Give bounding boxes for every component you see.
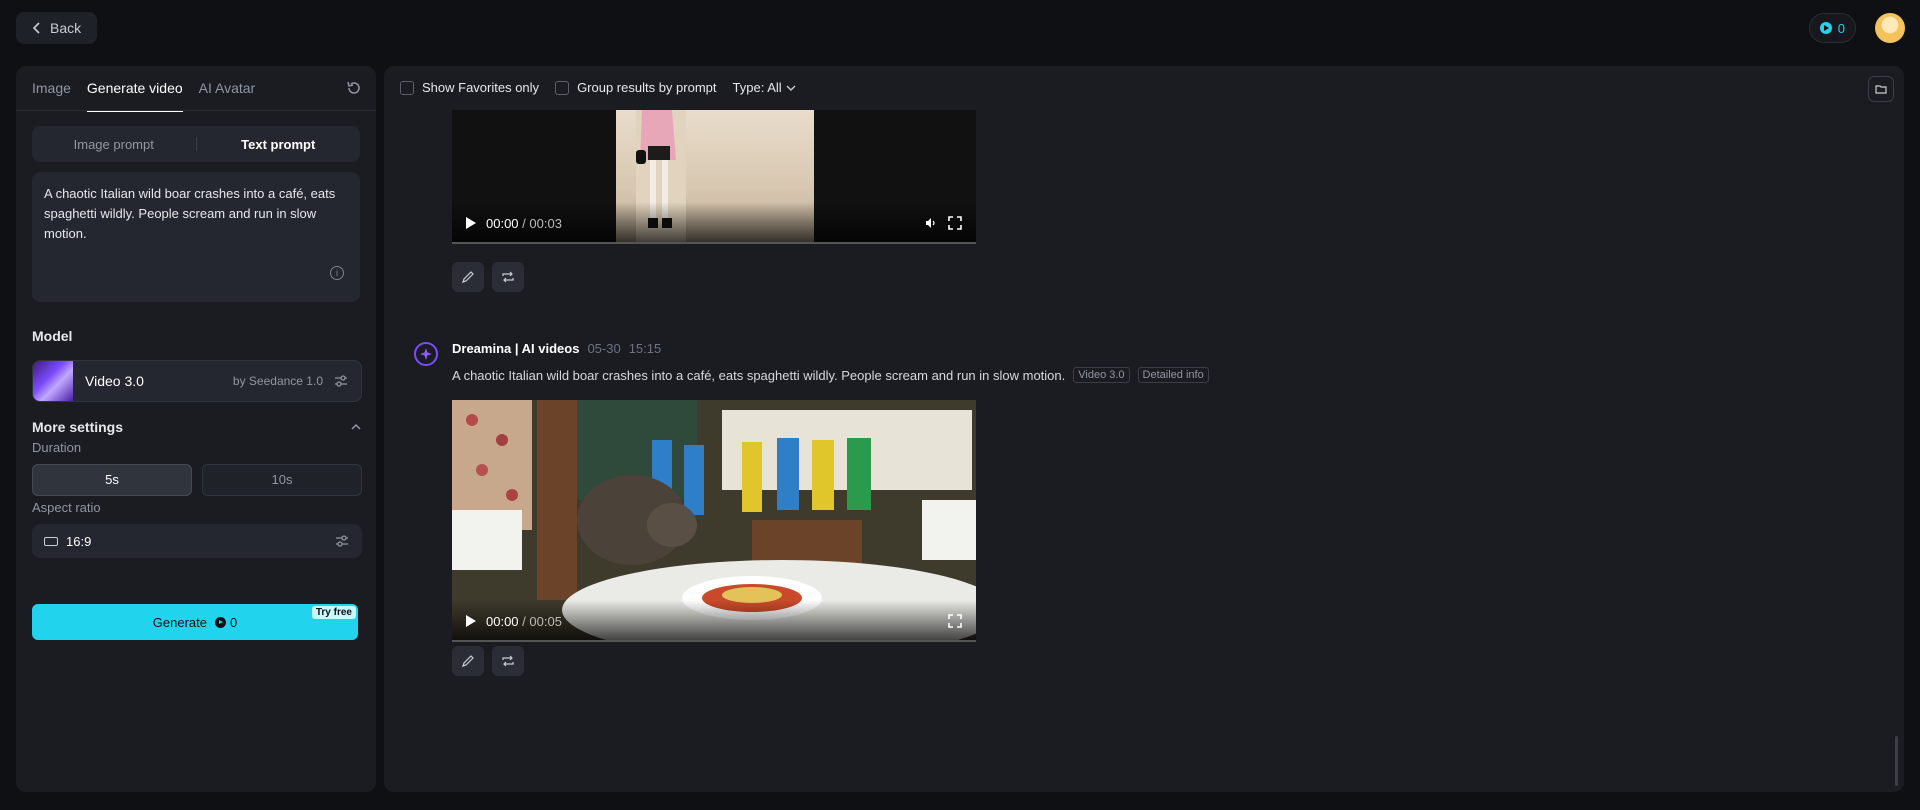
current-time: 00:00 <box>486 613 519 629</box>
credit-coin-icon <box>214 616 226 628</box>
model-title: Model <box>32 328 73 344</box>
message-header: Dreamina | AI videos 05-30 15:15 <box>452 341 661 356</box>
prompt-mode-switch: Image prompt Text prompt <box>32 126 360 162</box>
generation-sidebar: Image Generate video AI Avatar Image pro… <box>16 66 376 792</box>
favorites-checkbox[interactable] <box>400 80 414 95</box>
chevron-left-icon <box>32 22 40 34</box>
credits-badge[interactable]: 0 <box>1808 13 1856 43</box>
video-player-1[interactable]: 00:00 / 00:03 <box>452 110 976 244</box>
folder-button[interactable] <box>1868 76 1894 102</box>
current-time: 00:00 <box>486 215 519 231</box>
chevron-up-icon <box>351 423 361 430</box>
message-time: 15:15 <box>628 341 662 356</box>
top-bar: Back 0 <box>0 0 1920 56</box>
repeat-icon <box>502 655 514 667</box>
generate-cost: 0 <box>214 614 238 630</box>
generate-button[interactable]: Generate 0 Try free <box>32 604 358 640</box>
credits-count: 0 <box>1837 20 1845 36</box>
pencil-icon <box>462 655 474 667</box>
favorites-label: Show Favorites only <box>422 80 540 95</box>
duration-label: Duration <box>32 440 82 455</box>
video-player-2[interactable]: 00:00 / 00:05 <box>452 400 976 642</box>
edit-button[interactable] <box>452 646 484 676</box>
model-tag[interactable]: Video 3.0 <box>1073 367 1130 383</box>
aspect-ratio-label: Aspect ratio <box>32 500 101 515</box>
duration-10s-button[interactable]: 10s <box>202 464 362 496</box>
group-filter[interactable]: Group results by prompt <box>555 80 717 95</box>
mode-tabs: Image Generate video AI Avatar <box>32 80 255 112</box>
fullscreen-icon[interactable] <box>948 216 962 230</box>
prompt-textarea[interactable]: A chaotic Italian wild boar crashes into… <box>32 172 360 302</box>
credit-coin-icon <box>1819 22 1832 34</box>
video-2-actions <box>452 646 524 676</box>
prompt-text: A chaotic Italian wild boar crashes into… <box>452 367 1066 383</box>
video-progress[interactable] <box>452 640 976 642</box>
back-label: Back <box>50 20 82 36</box>
try-free-badge: Try free <box>311 606 356 619</box>
aspect-ratio-value: 16:9 <box>66 533 92 549</box>
user-avatar[interactable] <box>1875 13 1905 43</box>
pencil-icon <box>462 271 474 283</box>
bot-name: Dreamina | AI videos <box>452 341 580 356</box>
repeat-icon <box>502 271 514 283</box>
bot-avatar-icon <box>414 342 438 366</box>
scrollbar[interactable] <box>1895 736 1898 786</box>
duration-5s-button[interactable]: 5s <box>32 464 192 496</box>
type-dropdown[interactable]: Type: All <box>733 80 796 95</box>
info-icon[interactable]: i <box>330 266 344 280</box>
group-checkbox[interactable] <box>555 80 570 95</box>
folder-icon <box>1875 85 1887 94</box>
video-progress[interactable] <box>452 242 976 244</box>
prompt-text: A chaotic Italian wild boar crashes into… <box>44 186 336 241</box>
group-label: Group results by prompt <box>577 80 717 95</box>
model-selector[interactable]: Video 3.0 by Seedance 1.0 <box>32 360 362 402</box>
settings-sliders-icon <box>335 375 347 387</box>
favorites-filter[interactable]: Show Favorites only <box>400 80 539 95</box>
total-time: / 00:05 <box>522 613 562 629</box>
video-1-actions <box>452 262 524 292</box>
model-provider: by Seedance 1.0 <box>232 374 323 388</box>
tab-image[interactable]: Image <box>32 80 71 112</box>
more-settings-header[interactable]: More settings <box>32 419 362 435</box>
volume-icon[interactable] <box>924 216 938 230</box>
edit-button[interactable] <box>452 262 484 292</box>
ratio-icon <box>44 536 58 546</box>
total-time: / 00:03 <box>522 215 562 231</box>
regenerate-button[interactable] <box>492 262 524 292</box>
chevron-down-icon <box>786 85 796 91</box>
back-button[interactable]: Back <box>16 12 98 44</box>
video-controls: 00:00 / 00:03 <box>452 202 976 244</box>
video-controls: 00:00 / 00:05 <box>452 600 976 642</box>
model-name: Video 3.0 <box>85 373 144 389</box>
image-prompt-toggle[interactable]: Image prompt <box>32 137 196 152</box>
generate-label: Generate <box>152 614 207 630</box>
filter-bar: Show Favorites only Group results by pro… <box>400 80 796 95</box>
model-thumbnail <box>33 361 73 401</box>
aspect-ratio-selector[interactable]: 16:9 <box>32 524 362 558</box>
results-panel: Show Favorites only Group results by pro… <box>384 66 1904 792</box>
message-date: 05-30 <box>587 341 621 356</box>
reset-icon[interactable] <box>346 80 362 96</box>
fullscreen-icon[interactable] <box>948 614 962 628</box>
generate-cost-value: 0 <box>229 614 238 630</box>
play-icon[interactable] <box>466 217 476 229</box>
play-icon[interactable] <box>466 615 476 627</box>
settings-sliders-icon <box>336 535 348 547</box>
type-label: Type: All <box>732 80 782 95</box>
tab-ai-avatar[interactable]: AI Avatar <box>199 80 256 112</box>
text-prompt-toggle[interactable]: Text prompt <box>197 137 361 152</box>
detailed-info-tag[interactable]: Detailed info <box>1137 367 1209 383</box>
tabs-divider <box>16 110 376 111</box>
tab-generate-video[interactable]: Generate video <box>86 80 183 112</box>
more-settings-label: More settings <box>32 419 124 435</box>
regenerate-button[interactable] <box>492 646 524 676</box>
message-prompt: A chaotic Italian wild boar crashes into… <box>452 367 1209 383</box>
